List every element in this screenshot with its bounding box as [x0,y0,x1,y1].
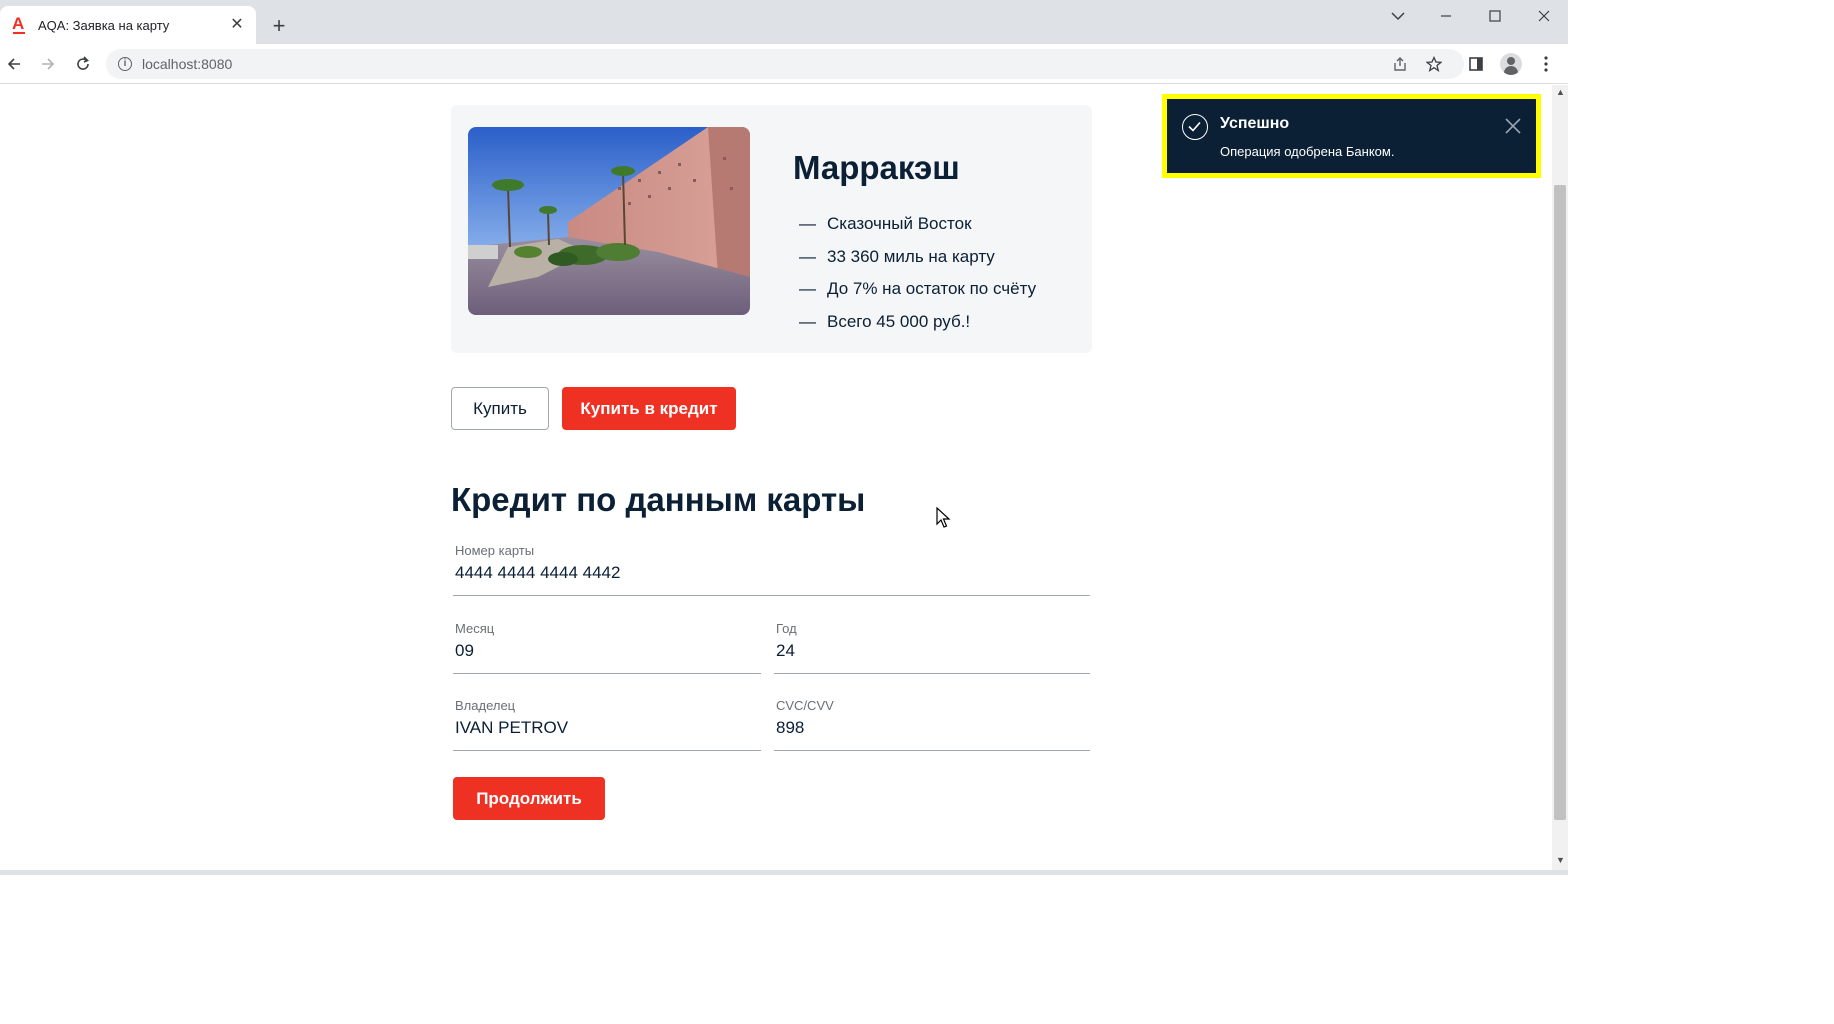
card-number-label: Номер карты [455,543,535,558]
year-label: Год [776,621,797,636]
check-circle-icon [1182,114,1208,140]
scroll-down-arrow-icon[interactable]: ▼ [1556,855,1565,865]
tab-title: AQA: Заявка на карту [38,18,170,33]
month-input[interactable]: 09 [455,641,474,661]
notification-close-icon[interactable] [1502,115,1524,137]
card-number-input[interactable]: 4444 4444 4444 4442 [455,563,620,583]
window-bottom-edge [0,870,1568,875]
feature-item: —33 360 миль на карту [799,246,995,266]
scroll-up-arrow-icon[interactable]: ▲ [1556,87,1565,97]
mouse-cursor-icon [936,506,952,529]
buy-button[interactable]: Купить [451,387,549,430]
cvc-input[interactable]: 898 [776,718,804,738]
buy-on-credit-button[interactable]: Купить в кредит [562,387,736,430]
feature-text: Сказочный Восток [827,214,972,233]
cvc-label: CVC/CVV [776,698,834,713]
close-window-icon[interactable] [1529,4,1559,28]
side-panel-icon[interactable] [1464,52,1488,76]
page-viewport: Марракэш — Сказочный Восток —33 360 миль … [0,85,1552,870]
owner-input[interactable]: IVAN PETROV [455,718,568,738]
marrakesh-photo [468,127,750,315]
feature-item: — Всего 45 000 руб.! [799,311,971,331]
forward-icon[interactable] [34,50,62,78]
month-label: Месяц [455,621,495,636]
browser-tab-bar: A AQA: Заявка на карту ✕ + [0,0,1568,44]
product-title: Марракэш [793,149,960,186]
browser-toolbar: i localhost:8080 [0,44,1568,84]
product-card: Марракэш — Сказочный Восток —33 360 миль … [451,105,1092,353]
bookmark-star-icon[interactable] [1422,52,1446,76]
year-field[interactable]: Год 24 [774,621,1090,674]
page-scrollbar[interactable]: ▲ ▼ [1552,85,1568,870]
address-bar[interactable]: i localhost:8080 [106,49,1464,79]
year-input[interactable]: 24 [776,641,795,661]
url-text[interactable]: localhost:8080 [142,56,232,72]
form-title: Кредит по данным карты [451,481,866,518]
continue-button[interactable]: Продолжить [453,777,605,820]
owner-field[interactable]: Владелец IVAN PETROV [453,698,761,751]
minimize-icon[interactable] [1431,4,1461,28]
feature-item: — До 7% на остаток по счёту [799,279,1037,298]
cvc-field[interactable]: CVC/CVV 898 [774,698,1090,751]
maximize-icon[interactable] [1480,4,1510,28]
browser-tab[interactable]: A AQA: Заявка на карту ✕ [0,6,256,44]
month-field[interactable]: Месяц 09 [453,621,761,674]
feature-text: 33 360 миль на карту [827,246,995,266]
product-features: — Сказочный Восток —33 360 миль на карту … [799,213,1036,343]
share-icon[interactable] [1388,52,1412,76]
tab-close-icon[interactable]: ✕ [226,14,248,36]
owner-label: Владелец [455,698,516,713]
notification-title: Успешно [1220,115,1290,132]
menu-kebab-icon[interactable] [1534,52,1558,76]
back-icon[interactable] [0,50,28,78]
feature-text: До 7% на остаток по счёту [827,279,1037,298]
alfa-favicon-icon: A [12,15,28,34]
profile-avatar-icon[interactable] [1500,53,1522,75]
scrollbar-thumb[interactable] [1554,185,1566,820]
reload-icon[interactable] [69,50,97,78]
site-info-icon[interactable]: i [118,57,132,71]
feature-item: — Сказочный Восток [799,214,972,233]
success-notification: Успешно Операция одобрена Банком. [1162,94,1541,178]
new-tab-icon[interactable]: + [266,13,292,39]
feature-text: Всего 45 000 руб.! [827,311,971,331]
card-number-field[interactable]: Номер карты 4444 4444 4444 4442 [453,543,1090,596]
notification-text: Операция одобрена Банком. [1220,144,1395,159]
tab-search-icon[interactable] [1383,4,1413,28]
